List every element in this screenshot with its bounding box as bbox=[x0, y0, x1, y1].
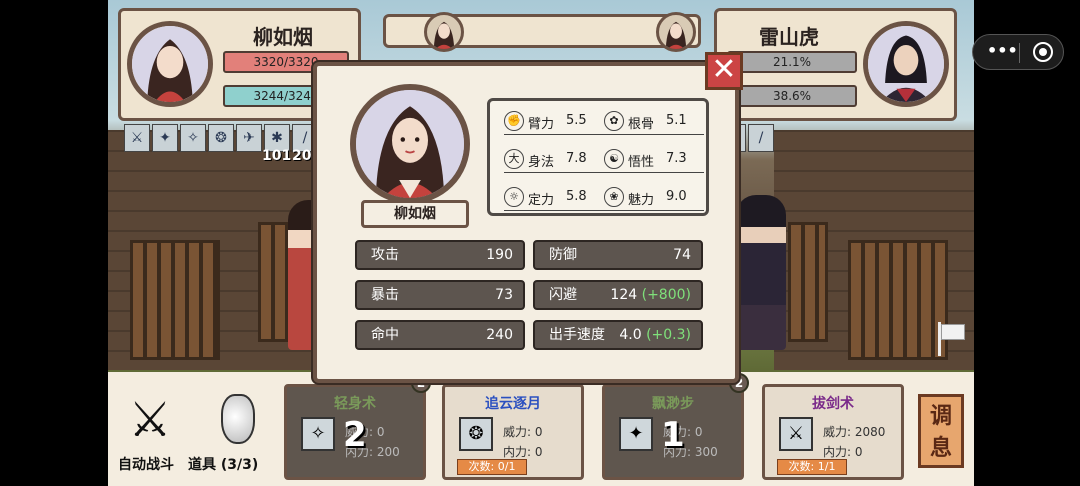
enemy-name: 雷山虎 bbox=[759, 25, 819, 49]
stat-attack: 攻击 190 bbox=[355, 240, 525, 270]
sword-buff-icon: ⚔ bbox=[124, 124, 150, 152]
skill-slot-4-count: 次数: 1/1 bbox=[777, 459, 847, 475]
turn-order-player-avatar-2 bbox=[656, 12, 696, 52]
attribute-panel: ✊ 臂力 5.5 ✿ 根骨 5.1 大 身法 7.8 ☯ 悟性 7.3 ☼ 定力 bbox=[487, 98, 709, 216]
stat-speed: 出手速度 4.0 (+0.3) bbox=[533, 320, 703, 350]
close-icon[interactable]: ✕ bbox=[705, 52, 743, 90]
player-name: 柳如烟 bbox=[253, 25, 313, 49]
modal-character-portrait bbox=[350, 84, 470, 204]
surrender-flag-icon[interactable] bbox=[936, 322, 966, 356]
skill-slot-3-title: 飘渺步 bbox=[652, 396, 694, 412]
enemy-status-card[interactable]: 雷山虎 21.1% 38.6% bbox=[714, 8, 957, 121]
character-detail-modal: 柳如烟 ✊ 臂力 5.5 ✿ 根骨 5.1 大 身法 7.8 ☯ 悟性 7.3 bbox=[313, 62, 739, 383]
skill-slot-2-title: 追云逐月 bbox=[485, 396, 541, 412]
buff-stack-count: 101 bbox=[262, 148, 292, 164]
enemy-hp-bar: 21.1% bbox=[727, 51, 857, 73]
skill-slot-4-title: 拔剑术 bbox=[812, 396, 854, 412]
modal-character-name: 柳如烟 bbox=[361, 200, 469, 228]
meditate-button[interactable]: 调息 bbox=[918, 394, 964, 468]
skill-slot-4-power: 威力: 2080 bbox=[823, 425, 886, 439]
enemy-mp-bar: 38.6% bbox=[727, 85, 857, 107]
right-wooden-fence bbox=[848, 240, 948, 360]
enemy-avatar bbox=[863, 21, 949, 107]
skill-slot-1-title: 轻身术 bbox=[334, 396, 376, 412]
insight-icon: ☯ bbox=[604, 149, 624, 169]
attribute-insight: ☯ 悟性 7.3 bbox=[604, 149, 704, 173]
agility-icon: 大 bbox=[504, 149, 524, 169]
skill-slot-3[interactable]: 2 飘渺步 ✦ 威力: 0 内力: 300 1 bbox=[602, 373, 749, 480]
bone-icon: ✿ bbox=[604, 111, 624, 131]
mini-program-capsule: ••• bbox=[972, 34, 1064, 70]
player-avatar bbox=[127, 21, 213, 107]
skill-slot-1[interactable]: 2 轻身术 ✧ 威力: 0 内力: 200 2 bbox=[284, 373, 431, 480]
swirl-buff-icon: ❂ bbox=[208, 124, 234, 152]
skill-slot-2-power: 威力: 0 bbox=[503, 425, 543, 439]
battle-scene: 柳如烟 3320/3320 3244/3244 雷山虎 21.1% 38.6% … bbox=[108, 0, 974, 486]
skill-slot-2-count: 次数: 0/1 bbox=[457, 459, 527, 475]
left-wooden-fence bbox=[130, 240, 220, 360]
buff-stack-count-2: 20 bbox=[292, 148, 312, 164]
auto-battle-label: 自动战斗 bbox=[118, 457, 174, 473]
stat-defense: 防御 74 bbox=[533, 240, 703, 270]
attribute-bone: ✿ 根骨 5.1 bbox=[604, 111, 704, 135]
attribute-charm: ❀ 魅力 9.0 bbox=[604, 187, 704, 211]
items-button[interactable]: 道具 (3/3) bbox=[188, 394, 288, 473]
skill-slot-1-cooldown: 2 bbox=[343, 415, 367, 455]
skill-slot-4-mana: 内力: 0 bbox=[823, 445, 863, 459]
vase-icon bbox=[221, 394, 255, 444]
fighter-buff-icon: ✦ bbox=[152, 124, 178, 152]
stat-dodge: 闪避 124 (+800) bbox=[533, 280, 703, 310]
action-bar: ⚔ 自动战斗 道具 (3/3) 2 轻身术 ✧ 威力: 0 内力: 200 2 … bbox=[108, 372, 974, 486]
bird-buff-icon: ✈ bbox=[236, 124, 262, 152]
stat-critical: 暴击 73 bbox=[355, 280, 525, 310]
focus-icon: ☼ bbox=[504, 187, 524, 207]
skill-slot-3-icon: ✦ bbox=[619, 417, 653, 451]
turn-order-player-avatar bbox=[424, 12, 464, 52]
crossed-swords-icon: ⚔ bbox=[128, 392, 172, 448]
skill-slot-4-icon: ⚔ bbox=[779, 417, 813, 451]
more-icon[interactable]: ••• bbox=[987, 41, 1018, 60]
enemy-blade-icon: / bbox=[748, 124, 774, 152]
close-target-icon[interactable] bbox=[1033, 42, 1053, 62]
right-gate bbox=[788, 222, 828, 342]
skill-slot-1-icon: ✧ bbox=[301, 417, 335, 451]
attribute-arm: ✊ 臂力 5.5 bbox=[504, 111, 604, 135]
auto-battle-button[interactable]: ⚔ 自动战斗 bbox=[114, 392, 186, 473]
enemy-character-sprite[interactable] bbox=[736, 195, 786, 350]
stat-accuracy: 命中 240 bbox=[355, 320, 525, 350]
charm-icon: ❀ bbox=[604, 187, 624, 207]
skill-slot-2-mana: 内力: 0 bbox=[503, 445, 543, 459]
skill-slot-3-cooldown: 1 bbox=[661, 415, 685, 455]
items-label: 道具 (3/3) bbox=[188, 457, 259, 473]
attribute-agility: 大 身法 7.8 bbox=[504, 149, 604, 173]
arm-icon: ✊ bbox=[504, 111, 524, 131]
skill-slot-4[interactable]: 拔剑术 ⚔ 威力: 2080 内力: 0 次数: 1/1 bbox=[762, 384, 904, 480]
skill-slot-2[interactable]: 追云逐月 ❂ 威力: 0 内力: 0 次数: 0/1 bbox=[442, 384, 584, 480]
skill-slot-2-icon: ❂ bbox=[459, 417, 493, 451]
wind-buff-icon: ✧ bbox=[180, 124, 206, 152]
attribute-focus: ☼ 定力 5.8 bbox=[504, 187, 604, 211]
